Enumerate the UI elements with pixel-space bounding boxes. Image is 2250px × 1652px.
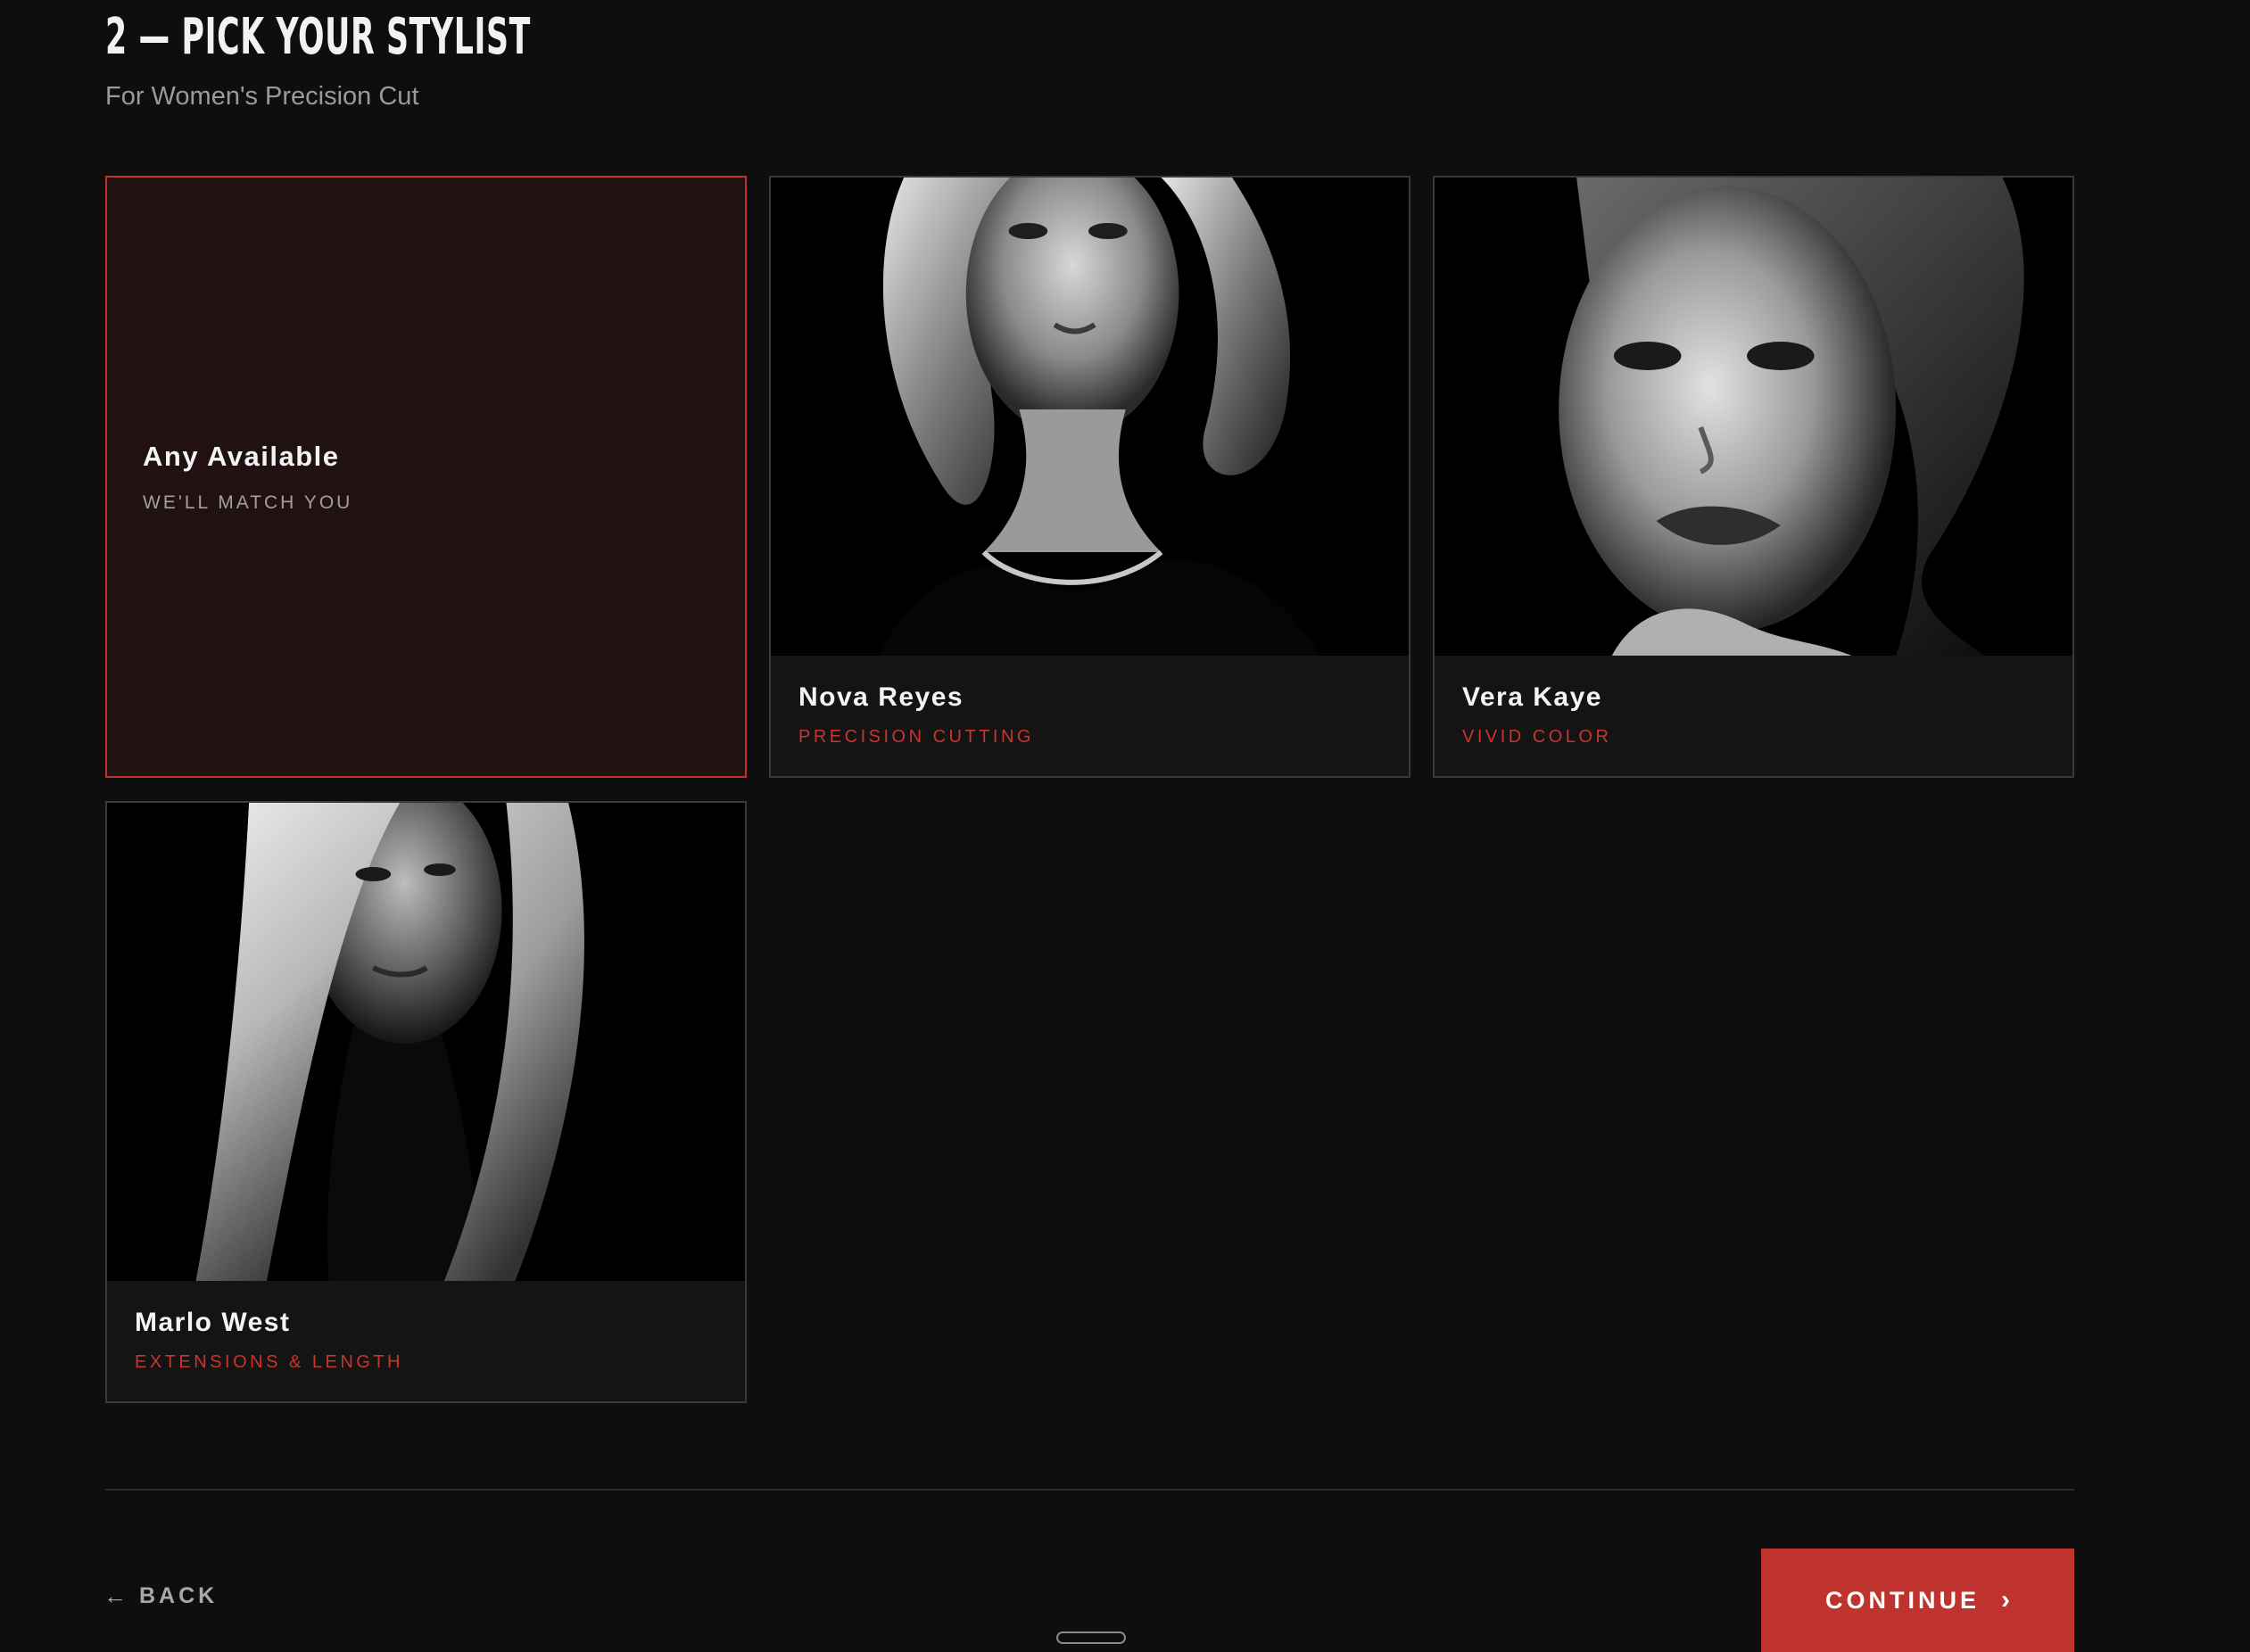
home-indicator (1056, 1631, 1126, 1644)
stylist-info: Vera Kaye VIVID COLOR (1435, 656, 2072, 776)
stylist-photo (107, 803, 745, 1281)
stylist-card-nova-reyes[interactable]: Nova Reyes PRECISION CUTTING (769, 176, 1410, 778)
continue-button[interactable]: CONTINUE › (1761, 1549, 2074, 1652)
portrait-image-icon (1435, 178, 2072, 656)
continue-label: CONTINUE (1825, 1586, 1980, 1614)
arrow-left-icon: ← (103, 1582, 127, 1609)
footer-divider (105, 1489, 2074, 1491)
stylist-name: Nova Reyes (798, 682, 964, 712)
stylist-specialty: VIVID COLOR (1462, 727, 1612, 747)
stylist-photo (1435, 178, 2072, 656)
stylist-card-marlo-west[interactable]: Marlo West EXTENSIONS & LENGTH (105, 801, 747, 1403)
stylist-info: Nova Reyes PRECISION CUTTING (771, 656, 1409, 776)
stylist-specialty: PRECISION CUTTING (798, 727, 1034, 747)
service-subtitle: For Women's Precision Cut (105, 82, 419, 111)
back-label: BACK (139, 1583, 219, 1608)
any-available-name: Any Available (143, 440, 340, 472)
chevron-right-icon: › (2001, 1585, 2010, 1615)
back-button[interactable]: ← BACK (103, 1582, 218, 1610)
stylist-specialty: EXTENSIONS & LENGTH (135, 1352, 403, 1372)
stylist-selection-page: 2 — PICK YOUR STYLIST For Women's Precis… (0, 0, 2250, 1652)
portrait-image-icon (107, 803, 745, 1281)
any-available-card[interactable]: Any Available WE'LL MATCH YOU (105, 176, 747, 778)
stylist-photo (771, 178, 1409, 656)
any-available-subtitle: WE'LL MATCH YOU (143, 491, 353, 513)
portrait-image-icon (771, 178, 1409, 656)
stylist-name: Vera Kaye (1462, 682, 1602, 712)
any-available-text: Any Available WE'LL MATCH YOU (143, 178, 352, 776)
stylist-info: Marlo West EXTENSIONS & LENGTH (107, 1281, 745, 1401)
step-title: 2 — PICK YOUR STYLIST (105, 8, 531, 66)
stylist-card-vera-kaye[interactable]: Vera Kaye VIVID COLOR (1433, 176, 2074, 778)
stylist-name: Marlo West (135, 1308, 291, 1337)
